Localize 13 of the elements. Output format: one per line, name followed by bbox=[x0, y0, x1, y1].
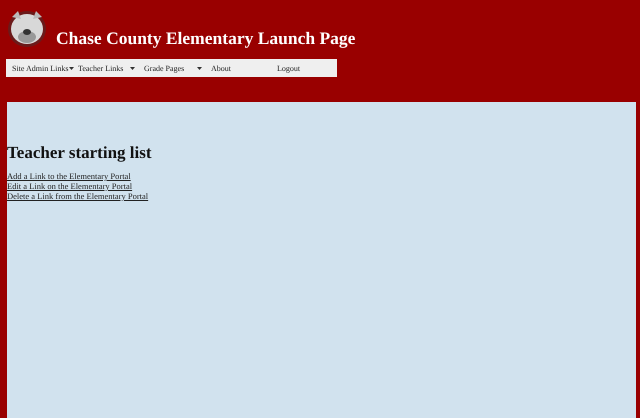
menu-item[interactable]: Grade Pages bbox=[138, 59, 205, 77]
menu-item[interactable]: Logout bbox=[271, 59, 331, 77]
page-heading: Teacher starting list bbox=[7, 143, 152, 163]
site-title: Chase County Elementary Launch Page bbox=[56, 28, 356, 49]
menu-item[interactable]: Site Admin Links bbox=[6, 59, 72, 77]
menu-item[interactable]: Teacher Links bbox=[72, 59, 138, 77]
portal-link[interactable]: Edit a Link on the Elementary Portal bbox=[7, 181, 132, 191]
caret-icon bbox=[130, 66, 135, 70]
menu-item[interactable]: About bbox=[205, 59, 271, 77]
portal-link[interactable]: Delete a Link from the Elementary Portal bbox=[7, 191, 148, 201]
caret-icon bbox=[69, 66, 74, 70]
portal-link[interactable]: Add a Link to the Elementary Portal bbox=[7, 171, 131, 181]
caret-icon bbox=[197, 66, 202, 70]
